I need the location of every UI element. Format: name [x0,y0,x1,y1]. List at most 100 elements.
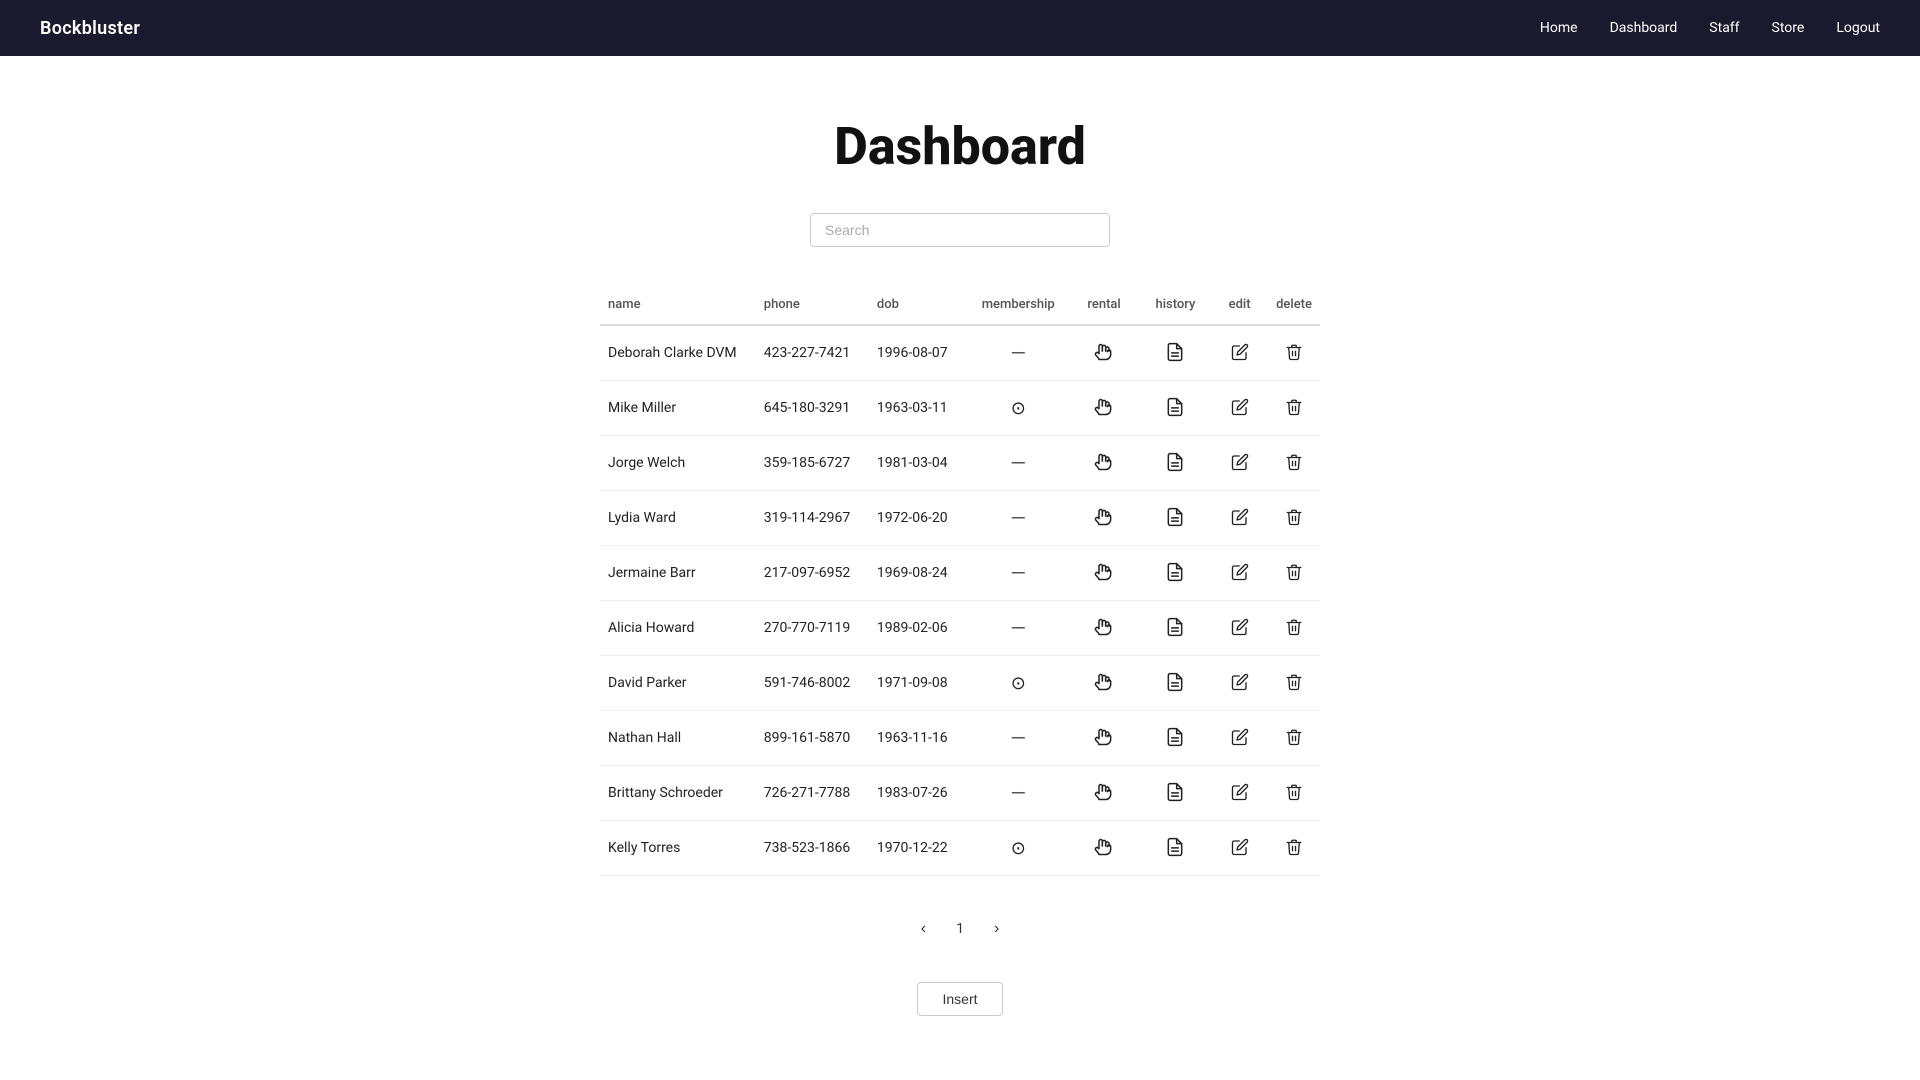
cell-delete[interactable] [1268,766,1320,821]
cell-delete[interactable] [1268,381,1320,436]
search-container [600,213,1320,247]
cell-delete[interactable] [1268,711,1320,766]
search-input[interactable] [810,213,1110,247]
cell-rental[interactable] [1068,546,1139,601]
cell-history[interactable] [1140,546,1211,601]
history-button[interactable] [1163,505,1187,529]
edit-button[interactable] [1229,616,1251,638]
edit-button[interactable] [1229,396,1251,418]
delete-button[interactable] [1283,341,1305,363]
history-button[interactable] [1163,780,1187,804]
delete-button[interactable] [1283,781,1305,803]
cell-rental[interactable] [1068,766,1139,821]
cell-rental[interactable] [1068,656,1139,711]
rental-button[interactable] [1092,395,1116,419]
edit-button[interactable] [1229,561,1251,583]
cell-edit[interactable] [1211,436,1268,491]
nav-home[interactable]: Home [1540,20,1578,36]
cell-edit[interactable] [1211,766,1268,821]
rental-button[interactable] [1092,615,1116,639]
col-header-rental: rental [1068,287,1139,325]
nav-staff[interactable]: Staff [1709,20,1739,36]
nav-store[interactable]: Store [1772,20,1805,36]
edit-button[interactable] [1229,506,1251,528]
delete-button[interactable] [1283,671,1305,693]
delete-button[interactable] [1283,506,1305,528]
cell-delete[interactable] [1268,325,1320,381]
pagination-prev[interactable]: ‹ [913,916,934,942]
cell-history[interactable] [1140,656,1211,711]
cell-edit[interactable] [1211,656,1268,711]
cell-edit[interactable] [1211,546,1268,601]
cell-delete[interactable] [1268,546,1320,601]
edit-button[interactable] [1229,726,1251,748]
rental-button[interactable] [1092,835,1116,859]
history-button[interactable] [1163,725,1187,749]
cell-history[interactable] [1140,491,1211,546]
cell-phone: 645-180-3291 [756,381,869,436]
cell-edit[interactable] [1211,491,1268,546]
trash-icon [1285,838,1303,856]
cell-rental[interactable] [1068,711,1139,766]
history-button[interactable] [1163,835,1187,859]
rental-button[interactable] [1092,670,1116,694]
rental-button[interactable] [1092,340,1116,364]
history-button[interactable] [1163,670,1187,694]
cell-edit[interactable] [1211,325,1268,381]
edit-button[interactable] [1229,341,1251,363]
delete-button[interactable] [1283,451,1305,473]
rental-button[interactable] [1092,505,1116,529]
cell-rental[interactable] [1068,325,1139,381]
cell-edit[interactable] [1211,601,1268,656]
cell-history[interactable] [1140,711,1211,766]
pagination-next[interactable]: › [986,916,1007,942]
cell-delete[interactable] [1268,601,1320,656]
cell-rental[interactable] [1068,381,1139,436]
cell-edit[interactable] [1211,711,1268,766]
nav-dashboard[interactable]: Dashboard [1610,20,1678,36]
cell-history[interactable] [1140,601,1211,656]
delete-button[interactable] [1283,836,1305,858]
edit-button[interactable] [1229,451,1251,473]
cell-rental[interactable] [1068,601,1139,656]
customers-table-wrap: name phone dob membership rental history… [600,287,1320,876]
cell-edit[interactable] [1211,381,1268,436]
cell-delete[interactable] [1268,821,1320,876]
cell-delete[interactable] [1268,491,1320,546]
delete-button[interactable] [1283,396,1305,418]
trash-icon [1285,563,1303,581]
rental-button[interactable] [1092,560,1116,584]
cell-rental[interactable] [1068,491,1139,546]
cell-delete[interactable] [1268,436,1320,491]
cell-rental[interactable] [1068,821,1139,876]
hand-icon [1094,617,1114,637]
history-button[interactable] [1163,340,1187,364]
edit-icon [1231,728,1249,746]
delete-button[interactable] [1283,616,1305,638]
edit-button[interactable] [1229,781,1251,803]
cell-rental[interactable] [1068,436,1139,491]
history-button[interactable] [1163,395,1187,419]
insert-button[interactable]: Insert [917,982,1002,1016]
hand-icon [1094,452,1114,472]
cell-history[interactable] [1140,821,1211,876]
delete-button[interactable] [1283,726,1305,748]
history-button[interactable] [1163,560,1187,584]
cell-edit[interactable] [1211,821,1268,876]
cell-history[interactable] [1140,766,1211,821]
rental-button[interactable] [1092,780,1116,804]
edit-button[interactable] [1229,836,1251,858]
cell-history[interactable] [1140,436,1211,491]
cell-history[interactable] [1140,381,1211,436]
membership-dash: — [1010,726,1026,750]
nav-logout[interactable]: Logout [1836,20,1880,36]
delete-button[interactable] [1283,561,1305,583]
rental-button[interactable] [1092,725,1116,749]
customers-table: name phone dob membership rental history… [600,287,1320,876]
rental-button[interactable] [1092,450,1116,474]
cell-history[interactable] [1140,325,1211,381]
history-button[interactable] [1163,615,1187,639]
history-button[interactable] [1163,450,1187,474]
cell-delete[interactable] [1268,656,1320,711]
edit-button[interactable] [1229,671,1251,693]
